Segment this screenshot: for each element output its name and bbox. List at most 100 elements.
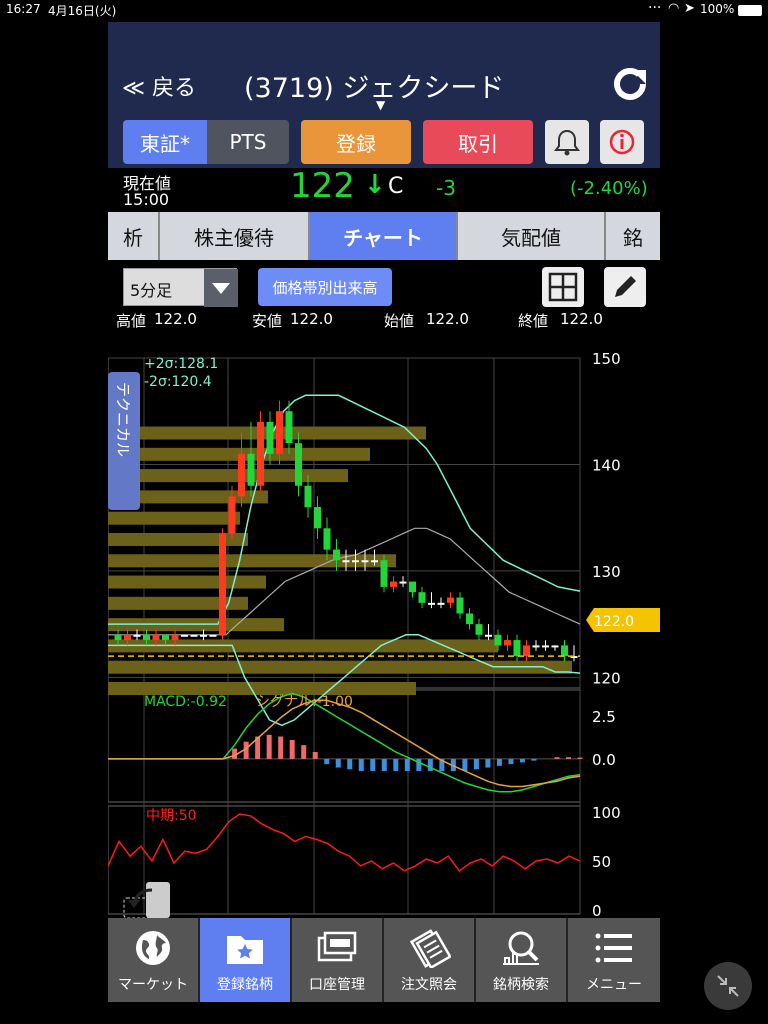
rsi-tick-label: 0 (592, 902, 602, 918)
nav-search[interactable]: 銘柄検索 (476, 918, 568, 1002)
grid-layout-icon[interactable] (542, 267, 584, 307)
signal-legend: シグナル:-1.00 (256, 694, 353, 710)
macd-histogram-bar (427, 758, 433, 771)
page-title[interactable]: (3719) ジェクシード (244, 66, 504, 105)
macd-histogram-bar (324, 758, 330, 765)
candle-body (114, 634, 122, 641)
candle-body (266, 421, 274, 454)
macd-histogram-bar (485, 758, 491, 768)
candle-body (551, 645, 559, 648)
technical-side-tab[interactable]: テクニカル (108, 372, 140, 510)
candle-body (314, 507, 321, 529)
candle-body (247, 453, 255, 486)
wifi-icon: ◠ (668, 1, 680, 16)
candle-body (504, 640, 511, 646)
open-label: 始値 (384, 312, 415, 330)
nav-watchlist-label: 登録銘柄 (217, 977, 273, 993)
tab-shareholder-benefits[interactable]: 株主優待 (160, 212, 310, 260)
undo-drag-icon[interactable] (123, 882, 170, 918)
current-price-label: 122.0 (594, 614, 634, 630)
pencil-icon[interactable] (604, 267, 646, 307)
candle-body (466, 613, 473, 625)
candle-body (124, 634, 131, 641)
price-flag: C (388, 174, 404, 199)
candle-body (361, 560, 369, 563)
price-change-percent: (-2.40%) (570, 178, 648, 199)
interval-value: 5分足 (130, 281, 173, 300)
macd-histogram-bar (496, 758, 502, 766)
bb-legend-upper: +2σ:128.1 (144, 356, 218, 372)
macd-histogram-bar (565, 757, 571, 759)
candle-body (456, 597, 464, 614)
battery-percent: 100% (700, 2, 735, 16)
chart-grid (108, 357, 581, 915)
candle-body (409, 581, 416, 593)
chevron-down-icon[interactable]: ▼ (376, 98, 385, 112)
nav-orders-label: 注文照会 (401, 977, 457, 993)
candle-body (532, 645, 540, 648)
macd-histogram-bar (358, 758, 364, 771)
account-cards-icon (315, 928, 359, 968)
status-time: 16:27 (6, 2, 41, 16)
low-label: 安値 (252, 312, 283, 330)
minimize-icon (717, 975, 739, 997)
minimize-button[interactable] (704, 962, 752, 1010)
menu-icon (592, 928, 636, 968)
bell-icon[interactable] (545, 120, 589, 164)
tab-analysis[interactable]: 析 (108, 212, 160, 260)
candle-body (133, 634, 141, 637)
candle-body (219, 533, 226, 635)
volume-profile-button[interactable]: 価格帯別出来高 (258, 268, 392, 306)
volume-profile-bar (108, 532, 248, 546)
macd-histogram-bar (462, 758, 468, 771)
candle-body (542, 645, 549, 648)
candle-body (561, 645, 568, 657)
nav-account-label: 口座管理 (309, 977, 365, 993)
candle-body (295, 443, 302, 486)
tosho-button[interactable]: 東証* (123, 120, 207, 164)
candle-body (390, 581, 397, 587)
status-bar: 16:27 4月16日(火) ··· ◠ ➤ 100% (0, 0, 768, 20)
nav-market[interactable]: マーケット (108, 918, 200, 1002)
nav-menu-label: メニュー (586, 977, 642, 993)
macd-legend: MACD:-0.92 (144, 694, 227, 710)
pts-button[interactable]: PTS (207, 120, 289, 164)
chevron-down-icon (204, 269, 238, 307)
macd-histogram-bar (370, 758, 376, 771)
candle-body (380, 560, 388, 587)
tab-bar: 析 株主優待 チャート 気配値 銘 (108, 212, 660, 260)
tab-quotes[interactable]: 気配値 (458, 212, 606, 260)
nav-orders[interactable]: 注文照会 (384, 918, 476, 1002)
register-button[interactable]: 登録 (301, 120, 411, 164)
interval-select[interactable]: 5分足 (123, 268, 238, 307)
nav-watchlist[interactable]: 登録銘柄 (200, 918, 292, 1002)
star-folder-icon (223, 928, 267, 968)
macd-histogram-bar (289, 739, 295, 759)
price-tick-label: 120 (592, 669, 621, 687)
refresh-icon[interactable] (610, 64, 650, 104)
nav-account[interactable]: 口座管理 (292, 918, 384, 1002)
tab-chart[interactable]: チャート (310, 212, 458, 260)
nav-menu[interactable]: メニュー (568, 918, 660, 1002)
volume-profile (108, 426, 572, 695)
tab-stock-info[interactable]: 銘 (606, 212, 660, 260)
price-tick-label: 130 (592, 563, 621, 581)
macd-histogram-bar (416, 758, 422, 771)
volume-profile-bar (108, 469, 348, 483)
trade-button[interactable]: 取引 (423, 120, 533, 164)
candle-body (437, 602, 445, 605)
low-value: 122.0 (290, 310, 333, 328)
candle-body (171, 634, 179, 641)
app-window: ≪ 戻る (3719) ジェクシード ▼ 東証* PTS 登録 取引 現在値 1… (108, 22, 660, 1002)
info-icon[interactable] (600, 120, 644, 164)
chart-controls: 5分足 価格帯別出来高 (108, 260, 660, 312)
open-value: 122.0 (426, 310, 469, 328)
candle-body (333, 549, 340, 561)
macd-histogram-bar (278, 736, 284, 759)
back-button[interactable]: ≪ 戻る (122, 70, 196, 102)
candle-body (428, 602, 435, 605)
candle-body (257, 421, 264, 486)
chart-area[interactable]: 1501401301202.50.010050009:0010:0011:001… (108, 330, 660, 918)
location-icon: ➤ (684, 1, 695, 16)
nav-search-label: 銘柄検索 (493, 977, 549, 993)
